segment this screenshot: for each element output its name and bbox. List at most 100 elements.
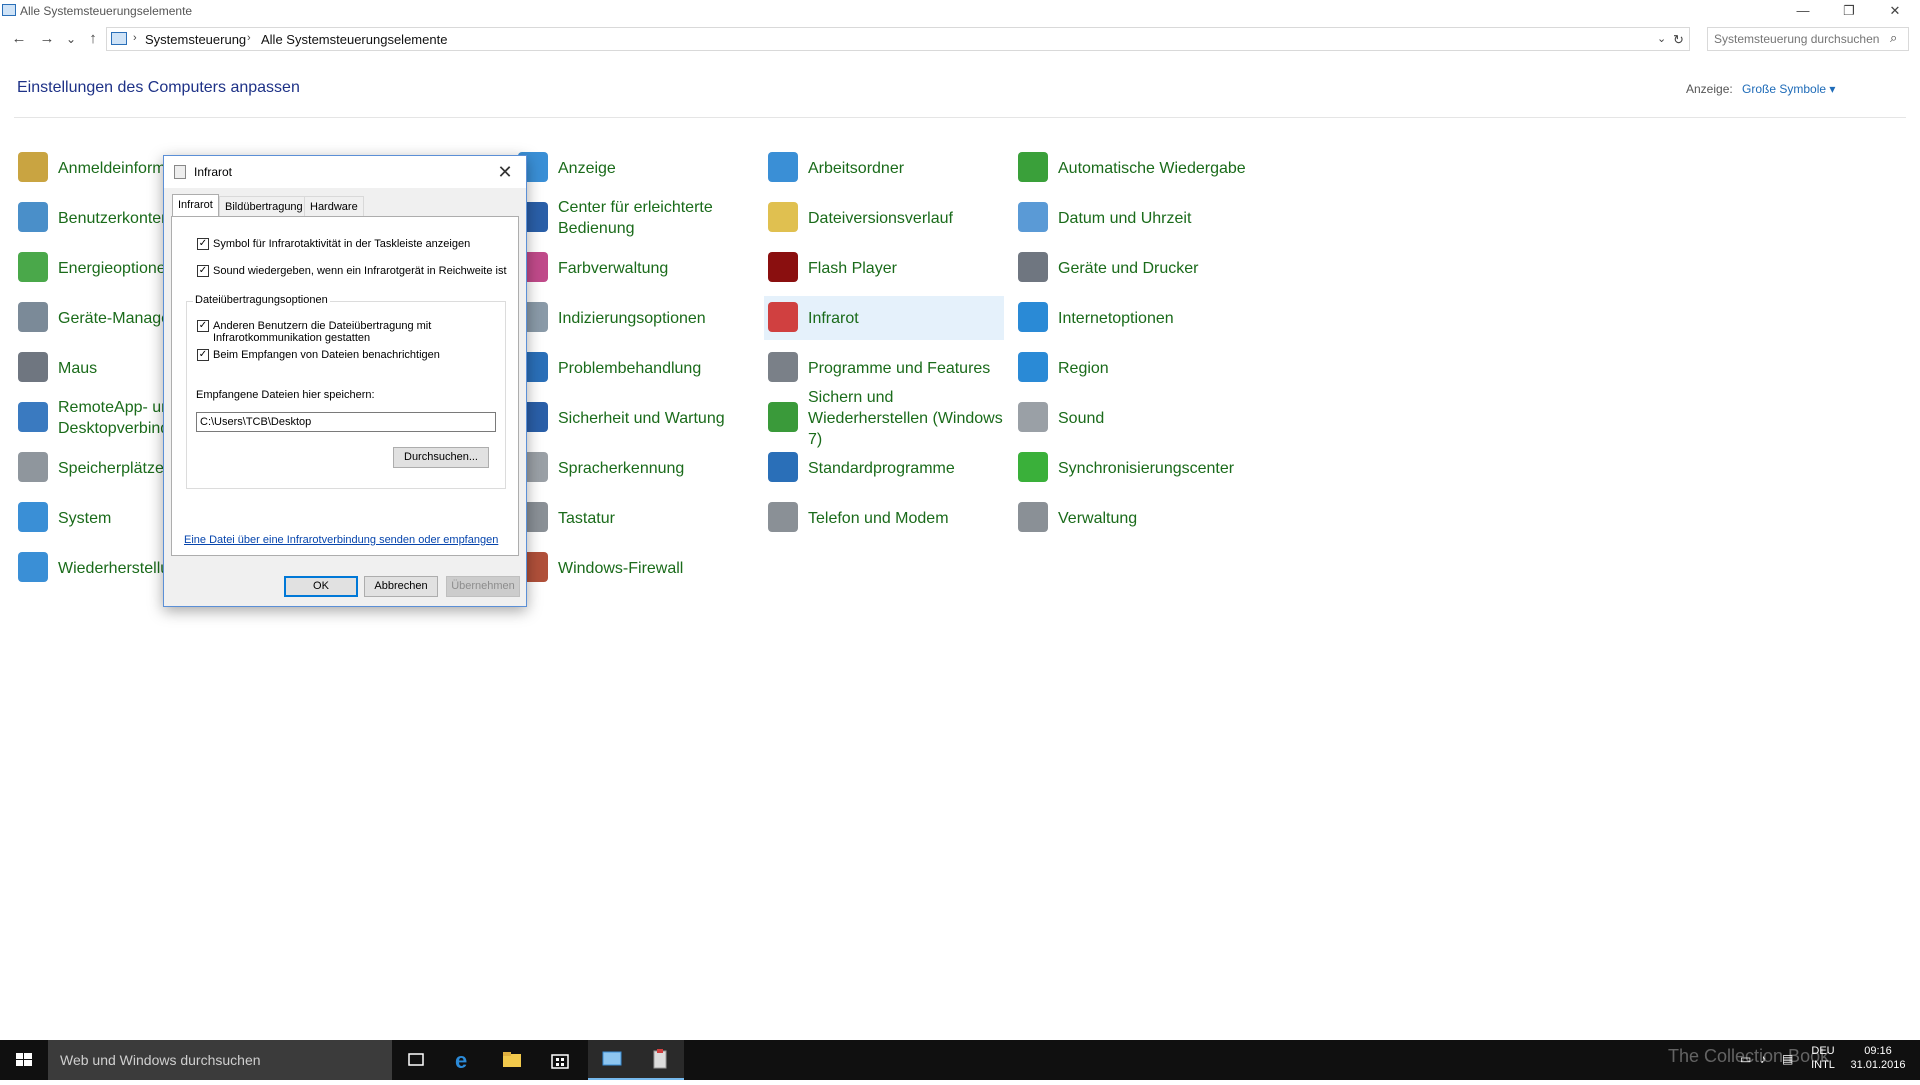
control-panel-item[interactable]: Anzeige xyxy=(514,146,754,190)
start-button[interactable] xyxy=(0,1040,48,1080)
breadcrumb-alle-elemente[interactable]: Alle Systemsteuerungselemente xyxy=(261,32,447,47)
item-label: Telefon und Modem xyxy=(808,509,949,527)
internet-options-icon xyxy=(1018,302,1048,332)
restore-button[interactable]: ❐ xyxy=(1826,0,1872,22)
play-sound-checkbox[interactable]: ✓ xyxy=(197,265,209,277)
save-path-field[interactable]: C:\Users\TCB\Desktop xyxy=(196,412,496,432)
language-code: DEU xyxy=(1811,1045,1835,1057)
recent-locations-button[interactable]: ⌄ xyxy=(62,30,80,48)
tab-infrarot[interactable]: Infrarot xyxy=(172,194,219,217)
control-panel-item[interactable]: Internetoptionen xyxy=(1014,296,1254,340)
address-bar[interactable]: › Systemsteuerung › Alle Systemsteuerung… xyxy=(106,27,1690,51)
send-receive-link[interactable]: Eine Datei über eine Infrarotverbindung … xyxy=(184,534,498,546)
control-panel-item[interactable]: Automatische Wiedergabe xyxy=(1014,146,1254,190)
refresh-button[interactable]: ↻ xyxy=(1673,32,1684,48)
file-transfer-options-group: Dateiübertragungsoptionen ✓ Anderen Benu… xyxy=(186,294,506,489)
ok-button[interactable]: OK xyxy=(284,576,358,597)
cancel-button[interactable]: Abbrechen xyxy=(364,576,438,597)
up-button[interactable]: ↑ xyxy=(84,30,102,48)
search-box[interactable]: ⌕ xyxy=(1707,27,1909,51)
taskbar-symbol-checkbox[interactable]: ✓ xyxy=(197,238,209,250)
user-accounts-icon xyxy=(18,202,48,232)
control-panel-item[interactable]: Geräte und Drucker xyxy=(1014,246,1254,290)
control-panel-item[interactable]: Region xyxy=(1014,346,1254,390)
control-panel-item[interactable]: Indizierungsoptionen xyxy=(514,296,754,340)
control-panel-item[interactable]: Spracherkennung xyxy=(514,446,754,490)
browse-button[interactable]: Durchsuchen... xyxy=(393,447,489,468)
edge-browser-icon[interactable]: e xyxy=(440,1040,488,1080)
infrared-dialog: Infrarot ✕ Infrarot Bildübertragung Hard… xyxy=(163,155,527,607)
taskbar-search-box[interactable]: Web und Windows durchsuchen xyxy=(48,1040,392,1080)
language-indicator[interactable]: DEU INTL xyxy=(1808,1044,1838,1072)
control-panel-item[interactable]: Problembehandlung xyxy=(514,346,754,390)
control-panel-item[interactable]: Programme und Features xyxy=(764,346,1004,390)
mouse-icon xyxy=(18,352,48,382)
control-panel-icon xyxy=(111,32,127,45)
control-panel-item[interactable]: Datum und Uhrzeit xyxy=(1014,196,1254,240)
network-icon[interactable]: ▭ xyxy=(1740,1052,1751,1066)
item-label: Center für erleichterte Bedienung xyxy=(558,199,713,237)
forward-button[interactable]: → xyxy=(38,30,56,48)
control-panel-item[interactable]: Center für erleichterte Bedienung xyxy=(514,196,754,240)
allow-others-checkbox[interactable]: ✓ xyxy=(197,320,209,332)
control-panel-item[interactable]: Windows-Firewall xyxy=(514,546,754,590)
control-panel-item[interactable]: Telefon und Modem xyxy=(764,496,1004,540)
task-view-icon[interactable] xyxy=(392,1040,440,1080)
control-panel-item[interactable]: Sichern und Wiederherstellen (Windows 7) xyxy=(764,388,1004,448)
taskbar: Web und Windows durchsuchen e The Collec… xyxy=(0,1040,1920,1080)
clock[interactable]: 09:16 31.01.2016 xyxy=(1846,1044,1910,1072)
view-mode-dropdown[interactable]: Große Symbole ▾ xyxy=(1742,82,1835,96)
breadcrumb-systemsteuerung[interactable]: Systemsteuerung xyxy=(145,32,246,47)
search-input[interactable] xyxy=(1714,31,1884,47)
control-panel-item[interactable]: Sicherheit und Wartung xyxy=(514,396,754,440)
chevron-right-icon: › xyxy=(247,32,251,44)
credential-manager-icon xyxy=(18,152,48,182)
control-panel-item[interactable]: Verwaltung xyxy=(1014,496,1254,540)
control-panel-item[interactable]: Dateiversionsverlauf xyxy=(764,196,1004,240)
chevron-right-icon: › xyxy=(133,32,137,44)
control-panel-item[interactable]: Flash Player xyxy=(764,246,1004,290)
item-label: Problembehandlung xyxy=(558,359,702,377)
clock-time: 09:16 xyxy=(1864,1045,1892,1057)
group-title: Dateiübertragungsoptionen xyxy=(193,294,330,306)
dialog-close-button[interactable]: ✕ xyxy=(490,160,520,184)
control-panel-item[interactable]: Sound xyxy=(1014,396,1254,440)
address-dropdown-icon[interactable]: ⌄ xyxy=(1657,32,1666,45)
infrared-icon xyxy=(174,165,186,179)
work-folders-icon xyxy=(768,152,798,182)
control-panel-item[interactable]: Farbverwaltung xyxy=(514,246,754,290)
taskbar-symbol-label: Symbol für Infrarotaktivität in der Task… xyxy=(213,238,471,250)
control-panel-item[interactable]: Arbeitsordner xyxy=(764,146,1004,190)
item-label: Sichern und Wiederherstellen (Windows 7) xyxy=(808,388,1003,448)
notification-icon[interactable]: ▤ xyxy=(1782,1052,1793,1066)
notify-receive-checkbox[interactable]: ✓ xyxy=(197,349,209,361)
dialog-title: Infrarot xyxy=(194,165,233,179)
storage-spaces-icon xyxy=(18,452,48,482)
infrared-icon xyxy=(768,302,798,332)
item-label: Programme und Features xyxy=(808,359,991,377)
control-panel-item[interactable]: Tastatur xyxy=(514,496,754,540)
infrared-taskbar-icon[interactable] xyxy=(636,1040,684,1080)
item-label: Windows-Firewall xyxy=(558,559,684,577)
control-panel-item[interactable]: Standardprogramme xyxy=(764,446,1004,490)
item-label: Tastatur xyxy=(558,509,615,527)
search-icon[interactable]: ⌕ xyxy=(1890,30,1897,46)
item-label: Farbverwaltung xyxy=(558,259,669,277)
close-window-button[interactable]: ✕ xyxy=(1872,0,1918,22)
item-label: Infrarot xyxy=(808,309,859,327)
minimize-button[interactable]: — xyxy=(1780,0,1826,22)
tab-bilduebertragung[interactable]: Bildübertragung xyxy=(219,196,309,216)
control-panel-item[interactable]: Infrarot xyxy=(764,296,1004,340)
region-icon xyxy=(1018,352,1048,382)
control-panel-item[interactable]: Synchronisierungscenter xyxy=(1014,446,1254,490)
item-label: Indizierungsoptionen xyxy=(558,309,706,327)
store-icon[interactable] xyxy=(536,1040,584,1080)
volume-icon[interactable]: ♪ xyxy=(1760,1052,1766,1066)
back-button[interactable]: ← xyxy=(10,30,28,48)
control-panel-taskbar-icon[interactable] xyxy=(588,1040,636,1080)
apply-button[interactable]: Übernehmen xyxy=(446,576,520,597)
tab-hardware[interactable]: Hardware xyxy=(304,196,364,216)
divider xyxy=(14,117,1906,118)
autoplay-icon xyxy=(1018,152,1048,182)
file-explorer-icon[interactable] xyxy=(488,1040,536,1080)
